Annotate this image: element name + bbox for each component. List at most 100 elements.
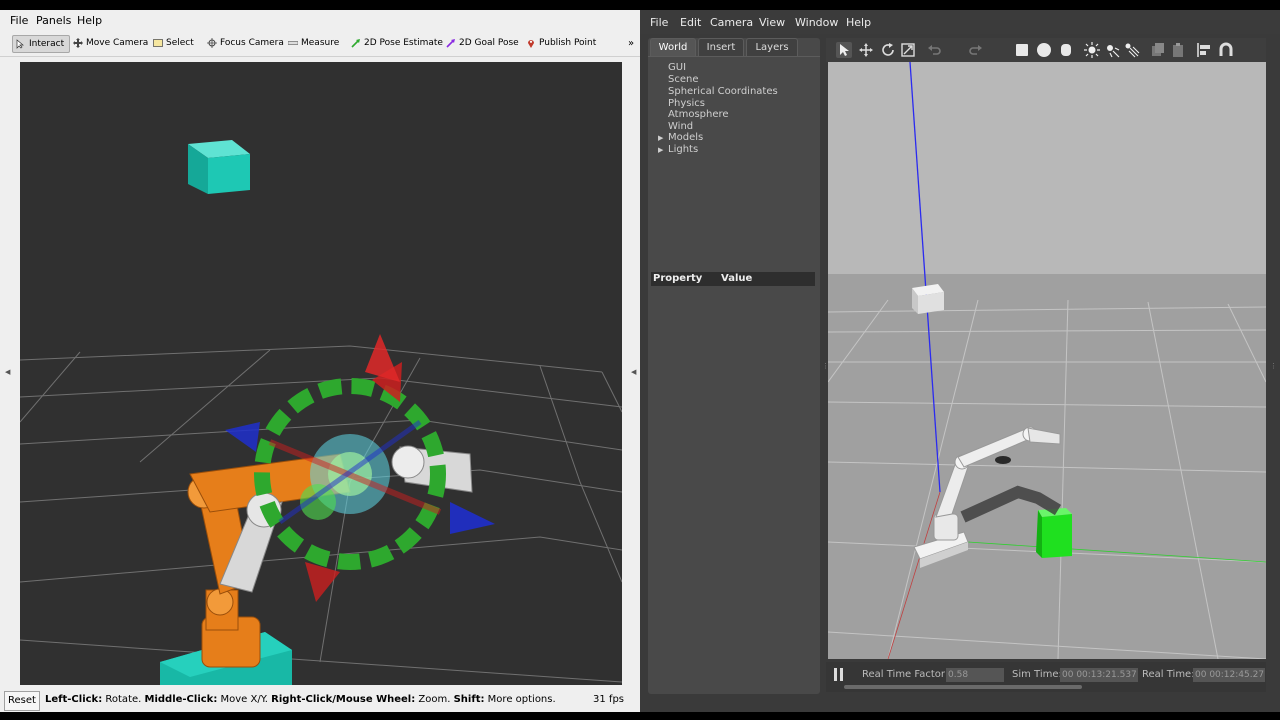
gz-menu-view[interactable]: View — [759, 16, 785, 29]
move-camera-icon — [73, 38, 83, 48]
gazebo-window: File Edit Camera View Window Help World … — [640, 10, 1280, 712]
tool-select[interactable]: Select — [153, 35, 194, 51]
rotate-icon[interactable] — [880, 42, 896, 58]
cursor-icon — [16, 39, 24, 49]
tool-move-camera[interactable]: Move Camera — [73, 35, 148, 51]
tool-2d-goal-pose-label: 2D Goal Pose — [459, 38, 519, 48]
time-scrollbar[interactable] — [844, 685, 1082, 689]
floating-cube — [912, 284, 944, 314]
property-header: Property Value — [651, 272, 815, 286]
rviz-scene[interactable] — [20, 62, 622, 685]
tool-interact-label: Interact — [29, 39, 65, 49]
reset-button[interactable]: Reset — [4, 691, 40, 711]
align-icon[interactable] — [1196, 42, 1212, 58]
tool-focus-camera[interactable]: Focus Camera — [207, 35, 284, 51]
tree-item-spherical-coordinates[interactable]: Spherical Coordinates — [668, 86, 778, 97]
ground-cube — [1036, 508, 1072, 558]
hint-shift-key: Shift: — [453, 694, 485, 705]
tool-publish-point-label: Publish Point — [539, 38, 597, 48]
location-pin-icon — [528, 40, 534, 48]
rviz-status-bar: Reset Left-Click: Rotate. Middle-Click: … — [0, 689, 640, 712]
toolbar-overflow-button[interactable]: » — [628, 35, 634, 51]
tool-interact[interactable]: Interact — [12, 35, 70, 53]
menu-file[interactable]: File — [10, 14, 28, 27]
tool-2d-goal-pose[interactable]: 2D Goal Pose — [446, 35, 519, 51]
hint-middle-click-desc: Move X/Y. — [217, 694, 272, 705]
property-column-header: Property — [653, 273, 703, 284]
ruler-icon — [288, 41, 298, 45]
tree-item-gui[interactable]: GUI — [668, 62, 686, 73]
right-splitter-arrow-icon[interactable]: ◀ — [631, 368, 636, 376]
tree-item-lights[interactable]: Lights — [668, 144, 698, 155]
tab-layers[interactable]: Layers — [746, 38, 798, 58]
hint-left-click-key: Left-Click: — [45, 694, 103, 705]
tab-world[interactable]: World — [650, 38, 696, 58]
translate-icon[interactable] — [858, 42, 874, 58]
tool-publish-point[interactable]: Publish Point — [526, 35, 596, 51]
tool-select-label: Select — [166, 38, 194, 48]
tree-item-models[interactable]: Models — [668, 132, 703, 143]
rtf-value: 0.58 — [946, 668, 1004, 682]
rtf-label: Real Time Factor: — [862, 669, 949, 680]
rviz-menubar: File Panels Help — [0, 10, 640, 30]
tool-move-camera-label: Move Camera — [86, 38, 149, 48]
hint-shift-desc: More options. — [484, 694, 556, 705]
paste-icon[interactable] — [1170, 42, 1186, 58]
box-icon[interactable] — [1014, 42, 1030, 58]
gazebo-scene[interactable] — [828, 62, 1266, 659]
tree-item-scene[interactable]: Scene — [668, 74, 699, 85]
tree-item-physics[interactable]: Physics — [668, 98, 705, 109]
point-light-icon[interactable] — [1084, 42, 1100, 58]
gz-menu-camera[interactable]: Camera — [710, 16, 753, 29]
rviz-window: File Panels Help Interact Move Camera Se… — [0, 10, 640, 712]
sphere-icon[interactable] — [1036, 42, 1052, 58]
value-column-header: Value — [721, 273, 753, 284]
tool-focus-camera-label: Focus Camera — [220, 38, 284, 48]
menu-panels[interactable]: Panels — [36, 14, 71, 27]
scale-icon[interactable] — [900, 42, 916, 58]
tree-item-atmosphere[interactable]: Atmosphere — [668, 109, 729, 120]
tool-2d-pose-estimate[interactable]: 2D Pose Estimate — [351, 35, 443, 51]
gazebo-left-panel: World Insert Layers GUI Scene Spherical … — [648, 38, 820, 694]
hint-middle-click-key: Middle-Click: — [144, 694, 218, 705]
redo-icon[interactable] — [968, 42, 984, 58]
sim-time-label: Sim Time: — [1012, 669, 1062, 680]
tool-measure[interactable]: Measure — [288, 35, 339, 51]
sim-time-value: 00 00:13:21.537 — [1060, 668, 1138, 682]
snap-icon[interactable] — [1218, 42, 1234, 58]
real-time-label: Real Time: — [1142, 669, 1195, 680]
hint-right-click-key: Right-Click/Mouse Wheel: — [271, 694, 416, 705]
directional-light-icon[interactable] — [1124, 42, 1140, 58]
goal-arrow-icon — [446, 39, 455, 48]
hint-left-click-desc: Rotate. — [102, 694, 145, 705]
fps-readout: 31 fps — [593, 694, 624, 705]
world-tree: GUI Scene Spherical Coordinates Physics … — [648, 56, 820, 265]
real-time-value: 00 00:12:45.27 — [1193, 668, 1265, 682]
gz-menu-edit[interactable]: Edit — [680, 16, 701, 29]
expand-lights-icon[interactable]: ▶ — [658, 146, 663, 154]
gazebo-menubar: File Edit Camera View Window Help — [640, 10, 1280, 34]
gazebo-3d-viewport[interactable] — [828, 62, 1266, 659]
gz-menu-window[interactable]: Window — [795, 16, 838, 29]
gazebo-toolbar — [826, 38, 1266, 62]
select-icon — [153, 39, 163, 47]
select-arrow-icon[interactable] — [836, 42, 852, 58]
undo-icon[interactable] — [926, 42, 942, 58]
tree-item-wind[interactable]: Wind — [668, 121, 693, 132]
tab-insert[interactable]: Insert — [698, 38, 744, 58]
gz-menu-help[interactable]: Help — [846, 16, 871, 29]
spot-light-icon[interactable] — [1104, 42, 1120, 58]
status-hint: Left-Click: Rotate. Middle-Click: Move X… — [45, 694, 556, 705]
focus-camera-icon — [207, 38, 217, 48]
cylinder-icon[interactable] — [1058, 42, 1074, 58]
left-splitter-arrow-icon[interactable]: ◀ — [5, 368, 10, 376]
menu-help[interactable]: Help — [77, 14, 102, 27]
expand-models-icon[interactable]: ▶ — [658, 134, 663, 142]
target-cube — [188, 140, 250, 194]
rviz-3d-viewport[interactable] — [20, 62, 622, 685]
gz-menu-file[interactable]: File — [650, 16, 668, 29]
gz-right-splitter-handle-icon[interactable]: ⋮ — [1270, 362, 1277, 370]
copy-icon[interactable] — [1150, 42, 1166, 58]
pause-icon[interactable] — [834, 668, 844, 681]
hint-right-click-desc: Zoom. — [415, 694, 454, 705]
